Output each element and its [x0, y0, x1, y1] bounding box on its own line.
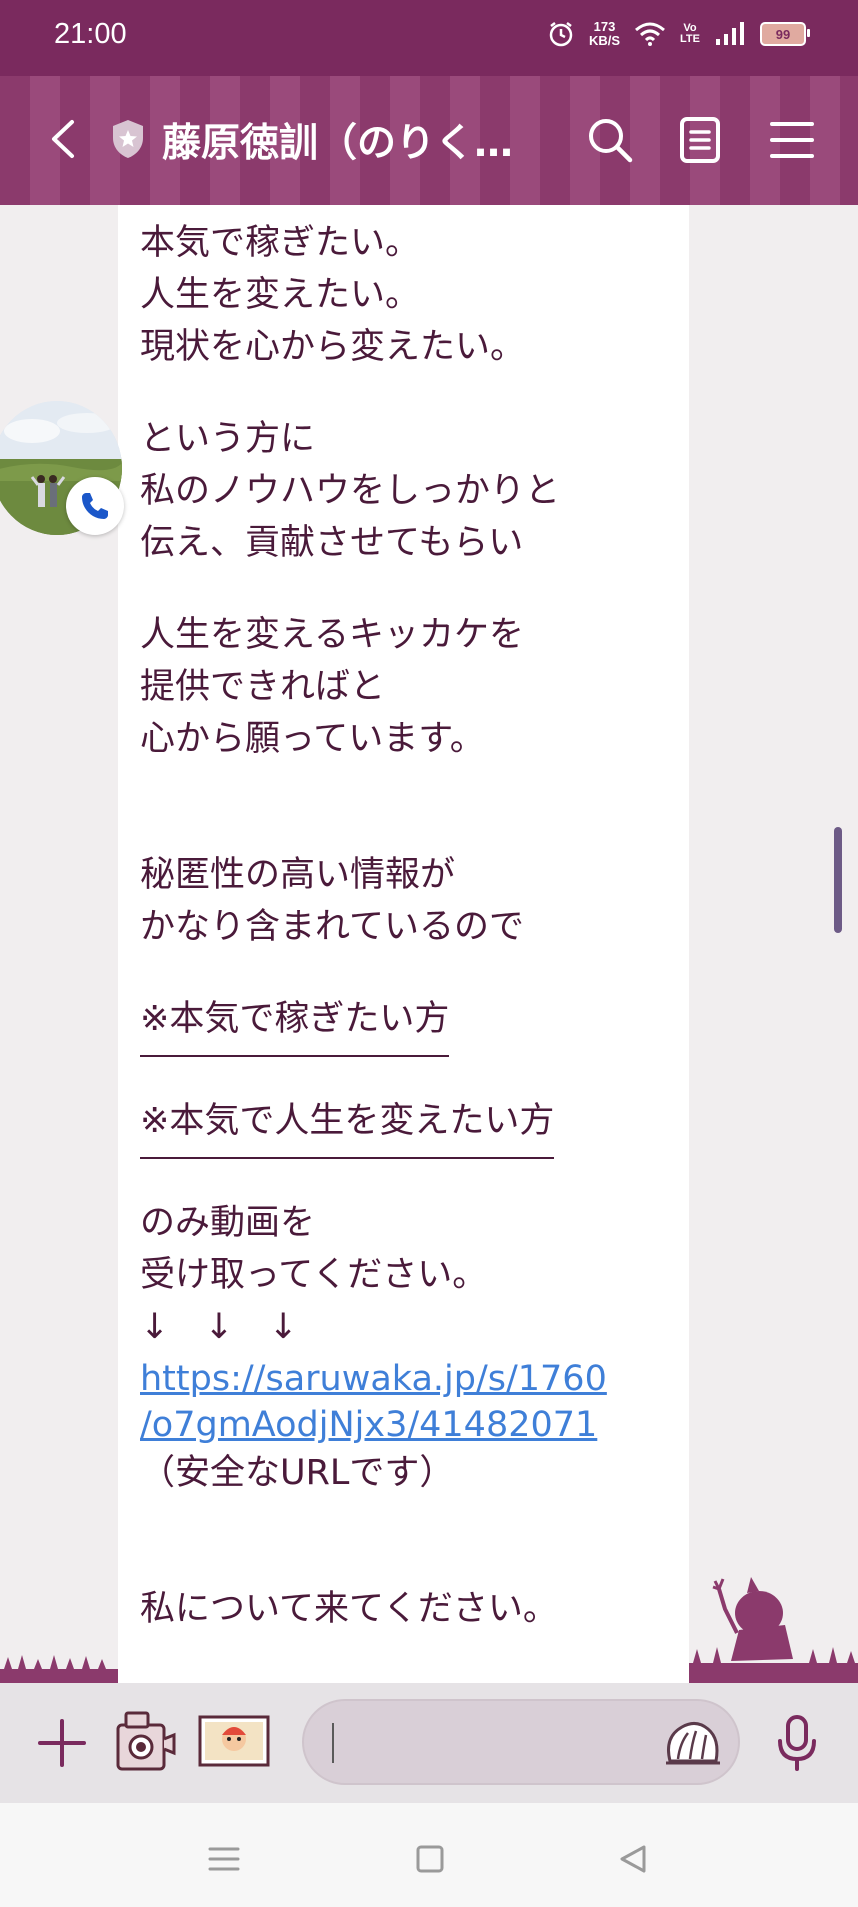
battery-indicator: 99 [760, 22, 810, 46]
network-speed: 173 KB/S [589, 20, 620, 48]
image-button[interactable] [198, 1715, 270, 1767]
scrollbar[interactable] [834, 827, 842, 933]
message-line: （安全なURLです） [140, 1453, 455, 1493]
call-button[interactable] [66, 477, 124, 535]
battery-level: 99 [775, 26, 791, 42]
home-icon[interactable] [410, 1839, 450, 1879]
note-icon[interactable] [674, 114, 726, 166]
message-line: のみ動画を [140, 1203, 316, 1243]
volte-indicator: Vo LTE [680, 23, 700, 45]
alarm-icon [549, 22, 573, 47]
message-line: 伝え、貢献させてもらい [140, 523, 524, 563]
input-bar [0, 1683, 858, 1803]
text-caret [332, 1723, 334, 1763]
signal-icon [716, 22, 744, 45]
message-link[interactable]: /o7gmAodjNjx3/41482071 [140, 1399, 680, 1447]
search-icon[interactable] [584, 114, 636, 166]
message-line-underlined: ※本気で人生を変えたい方 [140, 1095, 555, 1159]
message-line: 受け取ってください。 [140, 1255, 488, 1295]
camera-button[interactable] [108, 1705, 180, 1777]
message-text: 本気で稼ぎたい。 人生を変えたい。 現状を心から変えたい。 という方に 私のノウ… [140, 205, 680, 1635]
phone-icon [82, 493, 108, 519]
chat-title: 藤原徳訓（のりく… [162, 121, 514, 166]
status-bar: 21:00 173 KB/S Vo LTE 99 [0, 0, 858, 76]
grass-decoration [0, 1655, 118, 1683]
message-line: 秘匿性の高い情報が [140, 855, 456, 895]
message-line: 私のノウハウをしっかりと [140, 471, 561, 511]
message-line: という方に [140, 419, 316, 459]
chat-area[interactable]: 本気で稼ぎたい。 人生を変えたい。 現状を心から変えたい。 という方に 私のノウ… [0, 205, 858, 1683]
wifi-icon [635, 22, 666, 46]
microphone-button[interactable] [774, 1713, 820, 1773]
message-line: 本気で稼ぎたい。 [140, 223, 421, 263]
system-nav-bar [0, 1803, 858, 1907]
network-speed-value: 173 [593, 19, 616, 34]
message-link[interactable]: https://saruwaka.jp/s/1760 [140, 1353, 680, 1399]
network-speed-unit: KB/S [588, 33, 621, 48]
message-line: 私について来てください。 [140, 1589, 558, 1629]
volte-bottom: LTE [680, 33, 700, 45]
message-line-underlined: ※本気で稼ぎたい方 [140, 993, 450, 1057]
plus-button[interactable] [36, 1717, 88, 1769]
shield-icon [113, 120, 143, 158]
message-line: かなり含まれているので [140, 907, 524, 947]
message-line: 心から願っています。 [140, 719, 485, 759]
message-line: 人生を変えたい。 [140, 275, 421, 315]
menu-icon[interactable] [766, 114, 818, 166]
message-input[interactable] [302, 1699, 740, 1785]
recent-apps-icon[interactable] [204, 1839, 244, 1879]
chat-header: 藤原徳訓（のりく… [0, 76, 858, 205]
back-nav-icon[interactable] [614, 1839, 654, 1879]
back-button[interactable] [40, 114, 90, 164]
status-icons: 173 KB/S Vo LTE 99 [547, 20, 810, 48]
message-line: 提供できればと [140, 667, 386, 707]
message-line: 現状を心から変えたい。 [140, 327, 526, 367]
status-time: 21:00 [54, 18, 127, 50]
message-line: 人生を変えるキッカケを [140, 615, 524, 655]
sticker-button[interactable] [660, 1713, 726, 1773]
character-decoration [689, 1577, 858, 1683]
message-line: ↓ ↓ ↓ [140, 1307, 298, 1347]
